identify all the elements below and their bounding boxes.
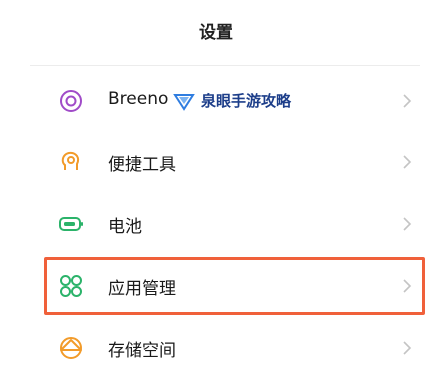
settings-item-convenience-tools[interactable]: 便捷工具 xyxy=(0,131,432,193)
highlight-box xyxy=(44,257,425,315)
chevron-right-icon xyxy=(400,92,414,110)
settings-item-label: Breeno xyxy=(108,89,169,109)
breeno-icon xyxy=(58,88,84,114)
settings-item-label: 便捷工具 xyxy=(108,155,176,175)
storage-icon xyxy=(58,335,84,361)
watermark: 泉眼手游攻略 xyxy=(173,88,291,112)
convenience-tools-icon xyxy=(58,149,84,175)
chevron-right-icon xyxy=(400,339,414,357)
settings-item-storage[interactable]: 存储空间 xyxy=(0,317,432,379)
header-divider xyxy=(30,65,420,66)
battery-icon xyxy=(58,211,84,237)
chevron-right-icon xyxy=(400,215,414,233)
settings-item-label: 电池 xyxy=(108,217,142,237)
page-title: 设置 xyxy=(199,23,233,43)
settings-item-label: 存储空间 xyxy=(108,341,176,361)
settings-item-battery[interactable]: 电池 xyxy=(0,193,432,255)
chevron-right-icon xyxy=(400,153,414,171)
watermark-logo-icon xyxy=(173,94,195,111)
watermark-text: 泉眼手游攻略 xyxy=(201,91,292,110)
